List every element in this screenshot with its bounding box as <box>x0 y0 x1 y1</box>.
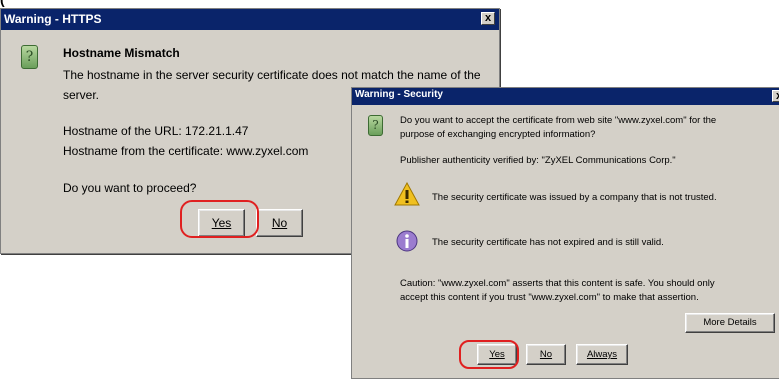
untrusted-issuer-text: The security certificate was issued by a… <box>432 192 717 203</box>
yes-button[interactable]: Yes <box>198 209 245 237</box>
security-warning-dialog: Warning - Security x ? Do you want to ac… <box>351 87 779 379</box>
more-details-button[interactable]: More Details <box>685 313 775 333</box>
close-icon[interactable]: x <box>481 12 495 25</box>
https-dialog-titlebar: Warning - HTTPS x <box>1 9 499 30</box>
mismatch-message-line2: server. <box>63 88 100 102</box>
no-button-label: No <box>539 349 553 360</box>
info-icon <box>396 230 418 252</box>
question-icon: ? <box>21 45 38 69</box>
security-dialog-titlebar: Warning - Security x <box>352 88 779 105</box>
no-button[interactable]: No <box>256 209 303 237</box>
proceed-question: Do you want to proceed? <box>63 181 197 195</box>
always-button[interactable]: Always <box>576 344 628 365</box>
question-icon: ? <box>368 115 383 136</box>
always-button-label: Always <box>586 349 618 360</box>
accept-certificate-line2: purpose of exchanging encrypted informat… <box>400 129 596 140</box>
yes-button-label: Yes <box>489 349 505 360</box>
certificate-valid-text: The security certificate has not expired… <box>432 237 664 248</box>
https-dialog-title: Warning - HTTPS <box>4 12 102 26</box>
accept-certificate-line1: Do you want to accept the certificate fr… <box>400 115 717 126</box>
caution-line2: accept this content if you trust "www.zy… <box>400 292 699 303</box>
cert-hostname-text: Hostname from the certificate: www.zyxel… <box>63 144 309 158</box>
publisher-text: Publisher authenticity verified by: "ZyX… <box>400 155 676 166</box>
warning-icon <box>394 181 420 206</box>
no-button[interactable]: No <box>526 344 566 365</box>
caution-line1: Caution: "www.zyxel.com" asserts that th… <box>400 278 715 289</box>
more-details-label: More Details <box>703 317 757 328</box>
caption-fragment-text: ( <box>0 0 5 7</box>
yes-button[interactable]: Yes <box>477 344 517 365</box>
security-dialog-title: Warning - Security <box>355 89 443 100</box>
url-hostname-text: Hostname of the URL: 172.21.1.47 <box>63 124 249 138</box>
yes-button-label: Yes <box>211 216 232 230</box>
mismatch-message-line1: The hostname in the server security cert… <box>63 68 481 82</box>
dialog-heading: Hostname Mismatch <box>63 46 180 60</box>
close-icon[interactable]: x <box>772 90 779 102</box>
no-button-label: No <box>271 216 288 230</box>
